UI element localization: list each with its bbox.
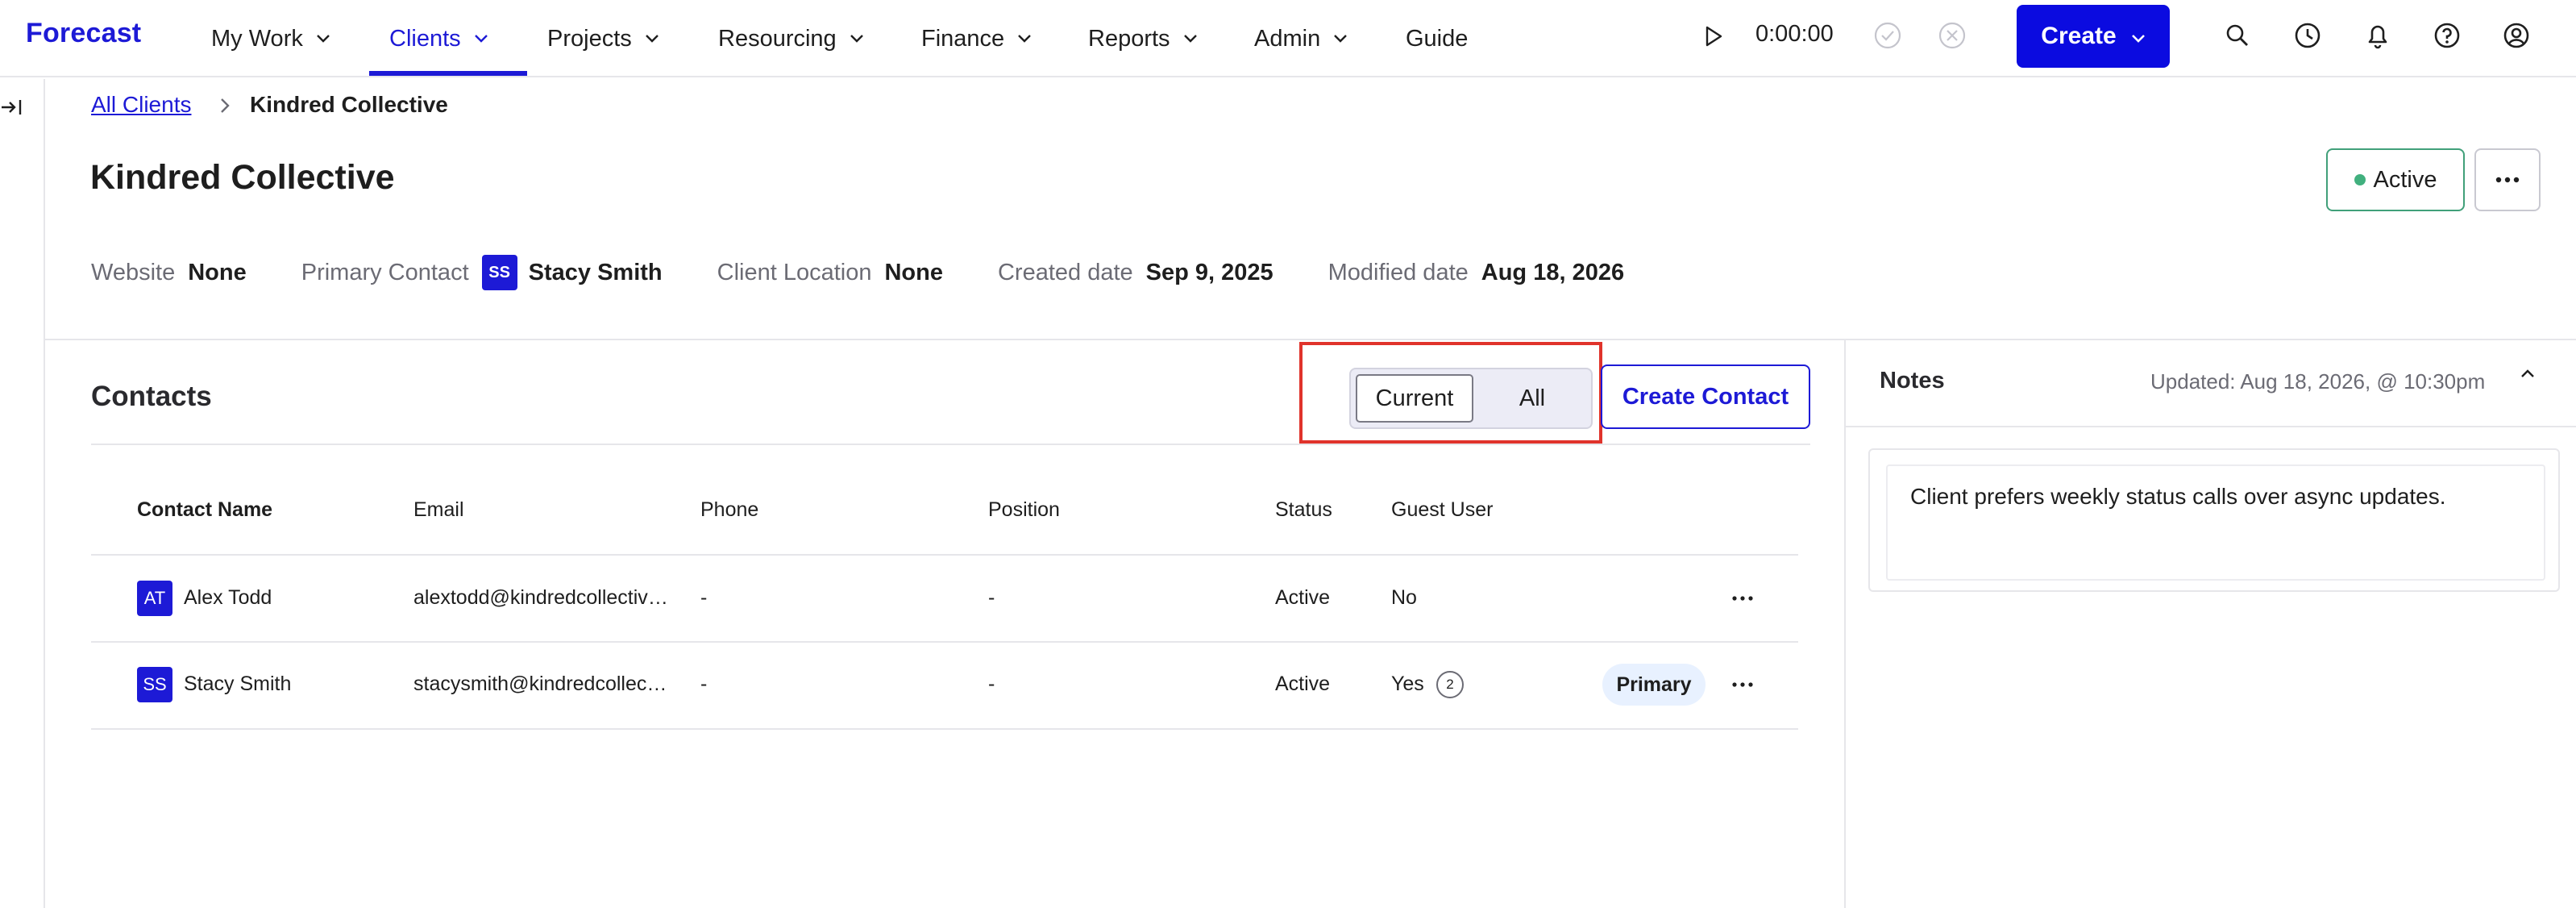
chevron-right-icon (219, 97, 231, 119)
created-date-value: Sep 9, 2025 (1145, 259, 1273, 285)
contacts-divider (91, 444, 1810, 445)
nav-guide[interactable]: Guide (1406, 0, 1468, 77)
avatar: SS (481, 255, 517, 290)
create-button-label: Create (2041, 23, 2117, 49)
column-header-guest-user[interactable]: Guest User (1391, 498, 1493, 522)
contact-name[interactable]: Alex Todd (184, 586, 272, 610)
breadcrumb-all-clients[interactable]: All Clients (91, 92, 191, 118)
more-options-button[interactable] (2474, 148, 2541, 211)
chevron-up-icon[interactable] (2520, 368, 2536, 383)
notes-updated-timestamp: Updated: Aug 18, 2026, @ 10:30pm (2150, 369, 2486, 394)
chevron-down-icon (474, 34, 488, 44)
row-divider (91, 554, 1798, 556)
timer-display: 0:00:00 (1755, 21, 1834, 47)
left-rail (0, 79, 45, 908)
status-dot (2354, 174, 2366, 185)
ellipsis-icon[interactable] (1726, 673, 1759, 697)
nav-label: Finance (921, 25, 1005, 52)
search-icon[interactable] (2221, 19, 2254, 52)
ellipsis-icon (2495, 177, 2520, 183)
top-navigation: Forecast My Work Clients Projects Resour… (0, 0, 2576, 77)
notes-text-area[interactable]: Client prefers weekly status calls over … (1886, 464, 2545, 581)
nav-label: Projects (547, 25, 632, 52)
nav-label: Guide (1406, 25, 1469, 52)
nav-finance[interactable]: Finance (921, 0, 1032, 77)
chevron-down-icon (1333, 34, 1348, 44)
nav-label: Resourcing (718, 25, 837, 52)
chevron-down-icon (850, 34, 864, 44)
chevron-down-icon (2131, 23, 2146, 50)
clock-icon[interactable] (2291, 19, 2324, 52)
contact-phone: - (700, 586, 708, 609)
row-divider (91, 728, 1798, 730)
avatar: AT (137, 581, 172, 616)
avatar: SS (137, 667, 172, 702)
notes-divider (1844, 426, 2576, 427)
website-label: Website (91, 259, 176, 285)
nav-my-work[interactable]: My Work (211, 0, 330, 77)
column-header-status[interactable]: Status (1275, 498, 1332, 522)
contacts-title: Contacts (91, 381, 212, 412)
expand-sidebar-icon[interactable] (0, 95, 24, 119)
location-value: None (884, 259, 943, 285)
column-header-contact-name[interactable]: Contact Name (137, 498, 272, 522)
column-header-position[interactable]: Position (988, 498, 1060, 522)
row-divider (91, 641, 1798, 643)
contact-status: Active (1275, 673, 1331, 695)
chevron-down-icon (645, 34, 659, 44)
nav-projects[interactable]: Projects (547, 0, 659, 77)
contact-position: - (988, 673, 995, 695)
primary-badge: Primary (1602, 664, 1706, 706)
primary-contact-label: Primary Contact (301, 259, 469, 285)
nav-reports[interactable]: Reports (1088, 0, 1198, 77)
highlight-annotation (1299, 342, 1602, 444)
nav-label: Clients (389, 25, 461, 52)
contact-position: - (988, 586, 995, 609)
modified-date-value: Aug 18, 2026 (1481, 259, 1625, 285)
nav-resourcing[interactable]: Resourcing (718, 0, 864, 77)
status-button[interactable]: Active (2326, 148, 2465, 211)
chevron-down-icon (1017, 34, 1032, 44)
app-logo[interactable]: Forecast (26, 18, 141, 49)
column-header-email[interactable]: Email (413, 498, 464, 522)
notes-title: Notes (1880, 368, 1945, 394)
contact-email: stacysmith@kindredcollective.com (413, 673, 671, 695)
help-icon[interactable] (2431, 19, 2463, 52)
guest-count-badge: 2 (1436, 671, 1464, 698)
ellipsis-icon[interactable] (1726, 586, 1759, 610)
chevron-down-icon (316, 34, 330, 44)
column-header-phone[interactable]: Phone (700, 498, 758, 522)
nav-clients[interactable]: Clients (389, 0, 488, 77)
active-nav-indicator (369, 71, 527, 76)
chevron-down-icon (1183, 34, 1198, 44)
website-value: None (188, 259, 247, 285)
contact-status: Active (1275, 586, 1331, 609)
cancel-circle-icon[interactable] (1938, 21, 1967, 54)
contact-guest-user: Yes (1391, 673, 1424, 695)
nav-label: Admin (1254, 25, 1321, 52)
create-contact-button[interactable]: Create Contact (1601, 364, 1810, 429)
breadcrumb-current: Kindred Collective (250, 92, 448, 117)
bell-icon[interactable] (2362, 19, 2394, 52)
created-date-label: Created date (997, 259, 1133, 285)
contact-email: alextodd@kindredcollective.com (413, 586, 671, 609)
primary-contact-value: Stacy Smith (528, 259, 663, 285)
user-icon[interactable] (2500, 19, 2532, 52)
check-circle-icon[interactable] (1873, 21, 1902, 54)
location-label: Client Location (717, 259, 872, 285)
contact-phone: - (700, 673, 708, 695)
page-title: Kindred Collective (90, 158, 395, 197)
modified-date-label: Modified date (1327, 259, 1469, 285)
contact-name[interactable]: Stacy Smith (184, 673, 291, 696)
client-meta: Website None Primary Contact SS Stacy Sm… (91, 255, 1679, 290)
nav-admin[interactable]: Admin (1254, 0, 1348, 77)
nav-label: Reports (1088, 25, 1170, 52)
nav-label: My Work (211, 25, 303, 52)
create-button[interactable]: Create (2017, 5, 2170, 68)
contact-guest-user: No (1391, 586, 1417, 609)
play-icon[interactable] (1699, 22, 1728, 51)
status-label: Active (2373, 166, 2437, 193)
